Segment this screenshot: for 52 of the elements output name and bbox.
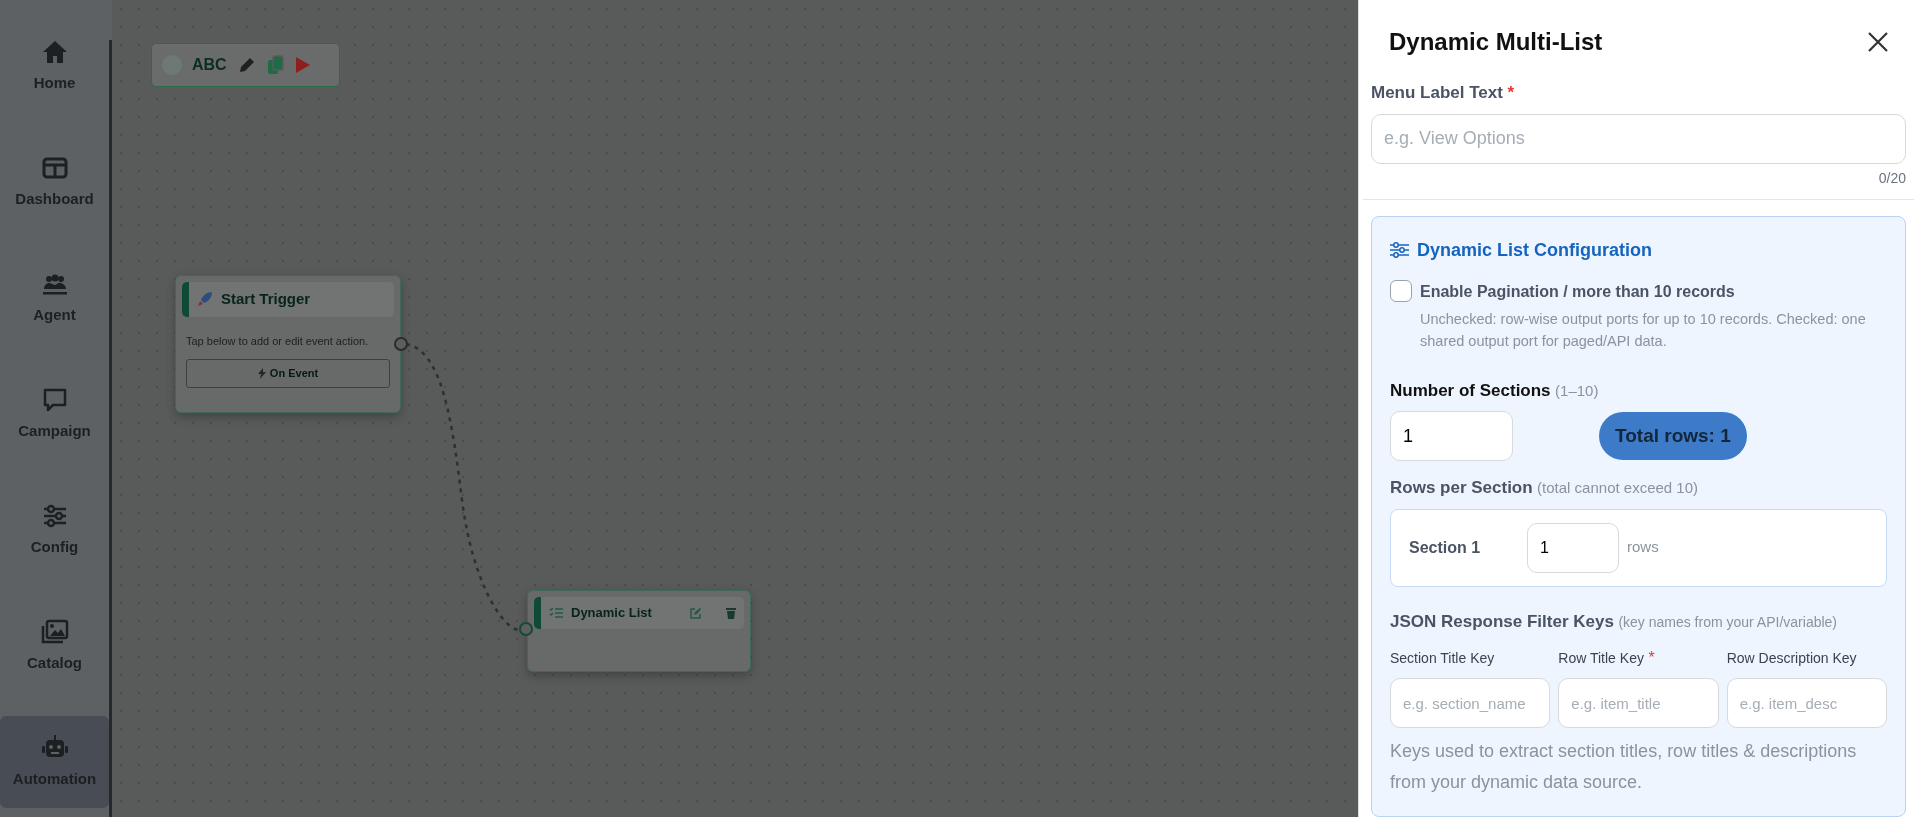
trash-icon[interactable] [726,606,736,619]
pagination-checkbox[interactable] [1390,279,1412,302]
unit-label: rows [1627,537,1659,558]
total-rows-badge: Total rows: 1 [1599,411,1747,461]
field-label: Rows per Section [1390,478,1533,497]
images-icon [40,617,69,646]
sidebar-item[interactable]: Catalog [0,588,109,704]
rocket-icon [197,291,213,308]
edit-icon[interactable] [690,606,702,619]
config-title: Dynamic List Configuration [1417,238,1652,262]
sidebar-item[interactable]: Config [0,472,109,588]
output-port[interactable] [394,337,408,351]
hint-text: (total cannot exceed 10) [1537,479,1699,496]
sidebar-item[interactable]: Agent [0,240,109,356]
field-label: Row Title Key [1558,650,1644,666]
lightning-icon [257,368,266,379]
key-input[interactable]: e.g. section_name [1390,678,1551,728]
note-text: Keys used to extract section titles, row titles & descriptions from your dynamic data source. [1390,740,1858,794]
character-counter: 0/20 [1877,168,1906,188]
field-label: Row Description Key [1726,650,1857,666]
node-card[interactable]: Start Trigger Tap below to add or edit event action. On Event [175,275,401,413]
menu-label-input[interactable]: e.g. View Options [1371,113,1906,164]
sidebar-item[interactable]: Home [0,8,109,124]
key-input[interactable]: e.g. item_title [1558,678,1719,728]
node-card[interactable]: Dynamic List [527,590,751,672]
play-icon[interactable] [294,56,311,74]
node-title: Dynamic List [571,604,652,622]
checklist-icon [549,606,563,619]
panel-title: Dynamic Multi-List [1389,27,1603,57]
field-label: Section Title Key [1390,650,1495,666]
rows-input[interactable]: 1 [1527,522,1619,573]
key-input[interactable]: e.g. item_desc [1726,678,1887,728]
required-mark: * [1507,83,1514,102]
section-label: Section 1 [1409,537,1482,558]
input-port[interactable] [519,622,533,636]
sections-input[interactable]: 1 [1390,411,1513,461]
help-text: Unchecked: row-wise output ports for up to 10 records. Checked: one shared output port for paged/API data. [1420,309,1867,351]
required-mark: * [1648,649,1655,666]
field-label: Menu Label Text [1371,83,1503,102]
sidebar-item[interactable]: Campaign [0,356,109,472]
checkbox-label: Enable Pagination / more than 10 records [1420,281,1736,302]
field-label: Number of Sections [1390,380,1551,400]
sidebar-item[interactable]: Dashboard [0,124,109,240]
toolbar-label: ABC [192,55,227,75]
copy-icon[interactable] [266,55,285,75]
node-title: Start Trigger [221,289,311,309]
hint-text: (key names from your API/variable) [1618,613,1837,630]
event-button[interactable]: On Event [186,359,390,388]
node-description: Tap below to add or edit event action. [185,333,370,349]
sliders-icon [1390,242,1409,258]
field-label: JSON Response Filter Keys [1390,611,1614,631]
hint-text: (1–10) [1555,381,1599,399]
